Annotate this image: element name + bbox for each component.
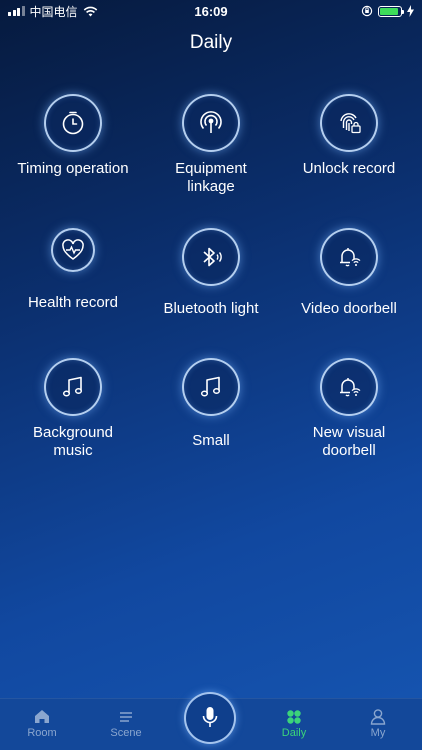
broadcast-icon <box>182 94 240 152</box>
music-note-icon <box>182 358 240 416</box>
tab-room[interactable]: Room <box>12 707 72 739</box>
feature-tile-background-music[interactable]: Background music <box>3 358 143 460</box>
tab-scene[interactable]: Scene <box>96 707 156 739</box>
feature-tile-bluetooth-light[interactable]: Bluetooth light <box>141 228 281 318</box>
feature-label: Small <box>192 432 230 449</box>
feature-label: Video doorbell <box>301 300 397 317</box>
battery-icon <box>378 5 404 17</box>
bell-wifi-icon <box>320 358 378 416</box>
wifi-icon <box>83 6 97 16</box>
microphone-icon <box>202 707 218 727</box>
fingerprint-lock-icon <box>320 94 378 152</box>
tab-daily[interactable]: Daily <box>264 707 324 739</box>
tab-label: My <box>370 727 386 739</box>
feature-label: Health record <box>27 294 119 311</box>
feature-label: New visual doorbell <box>312 424 386 459</box>
grid-icon <box>287 710 301 724</box>
feature-tile-timing-operation[interactable]: Timing operation <box>3 94 143 178</box>
tab-my[interactable]: My <box>348 707 408 739</box>
list-icon <box>120 712 132 722</box>
feature-tile-health-record[interactable]: Health record <box>3 228 143 312</box>
feature-tile-new-visual-doorbell[interactable]: New visual doorbell <box>279 358 419 460</box>
home-icon <box>35 710 49 723</box>
feature-tile-equipment-linkage[interactable]: Equipment linkage <box>141 94 281 196</box>
bell-wifi-icon <box>320 228 378 286</box>
signal-icon <box>8 6 25 16</box>
feature-label: Equipment linkage <box>175 160 247 195</box>
feature-tile-video-doorbell[interactable]: Video doorbell <box>279 228 419 318</box>
status-right <box>361 5 414 17</box>
feature-label: Bluetooth light <box>163 300 259 317</box>
page-title: Daily <box>189 32 233 53</box>
status-bar: 中国电信 16:09 <box>0 0 422 22</box>
tab-label: Room <box>27 727 57 739</box>
orientation-lock-icon <box>361 5 373 17</box>
tab-label: Scene <box>110 727 142 739</box>
feature-label: Timing operation <box>17 160 129 177</box>
music-note-icon <box>44 358 102 416</box>
timer-icon <box>44 94 102 152</box>
charging-icon <box>407 5 414 17</box>
feature-label: Background music <box>32 424 114 459</box>
voice-button[interactable] <box>184 692 236 744</box>
feature-label: Unlock record <box>302 160 396 177</box>
battery-level <box>380 7 398 15</box>
user-icon <box>370 709 386 725</box>
tab-bar: Room Scene Daily My <box>0 692 422 750</box>
tab-label: Daily <box>281 727 307 739</box>
feature-tile-small[interactable]: Small <box>141 358 281 450</box>
carrier-name: 中国电信 <box>29 4 78 19</box>
bluetooth-icon <box>182 228 240 286</box>
feature-tile-unlock-record[interactable]: Unlock record <box>279 94 419 178</box>
heart-rate-icon <box>51 228 95 272</box>
status-left: 中国电信 <box>8 3 98 20</box>
